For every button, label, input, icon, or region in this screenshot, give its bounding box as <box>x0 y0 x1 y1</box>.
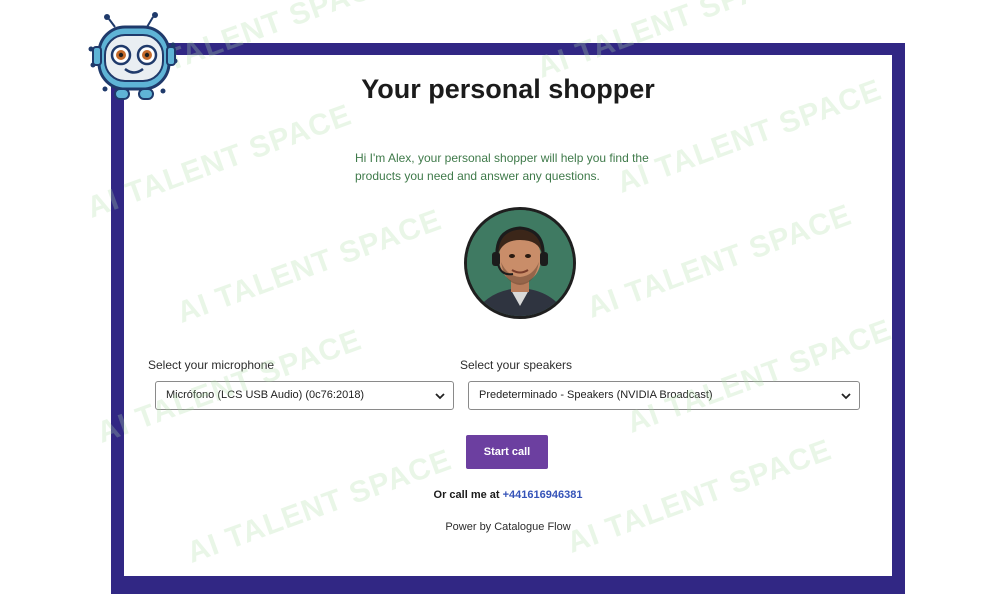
chevron-down-icon <box>435 393 445 400</box>
phone-link[interactable]: +441616946381 <box>503 489 583 501</box>
intro-text: Hi I'm Alex, your personal shopper will … <box>355 151 649 183</box>
avatar <box>464 207 576 319</box>
robot-logo-icon <box>85 5 185 107</box>
microphone-label: Select your microphone <box>148 358 275 372</box>
microphone-selected-value: Micrófono (LCS USB Audio) (0c76:2018) <box>166 389 365 401</box>
powered-by-text: Power by Catalogue Flow <box>445 521 571 533</box>
call-me-prefix: Or call me at <box>433 489 500 501</box>
start-call-button[interactable]: Start call <box>466 435 548 469</box>
page-title: Your personal shopper <box>361 74 655 104</box>
content-panel: Your personal shopper Hi I'm Alex, your … <box>124 55 892 576</box>
microphone-select[interactable]: Micrófono (LCS USB Audio) (0c76:2018) <box>155 381 454 410</box>
speakers-select[interactable]: Predeterminado - Speakers (NVIDIA Broadc… <box>468 381 860 410</box>
speakers-selected-value: Predeterminado - Speakers (NVIDIA Broadc… <box>479 389 713 401</box>
app-frame: Your personal shopper Hi I'm Alex, your … <box>111 43 905 594</box>
chevron-down-icon <box>841 393 851 400</box>
speakers-label: Select your speakers <box>460 358 573 372</box>
call-me-line: Or call me at +441616946381 <box>124 489 892 501</box>
